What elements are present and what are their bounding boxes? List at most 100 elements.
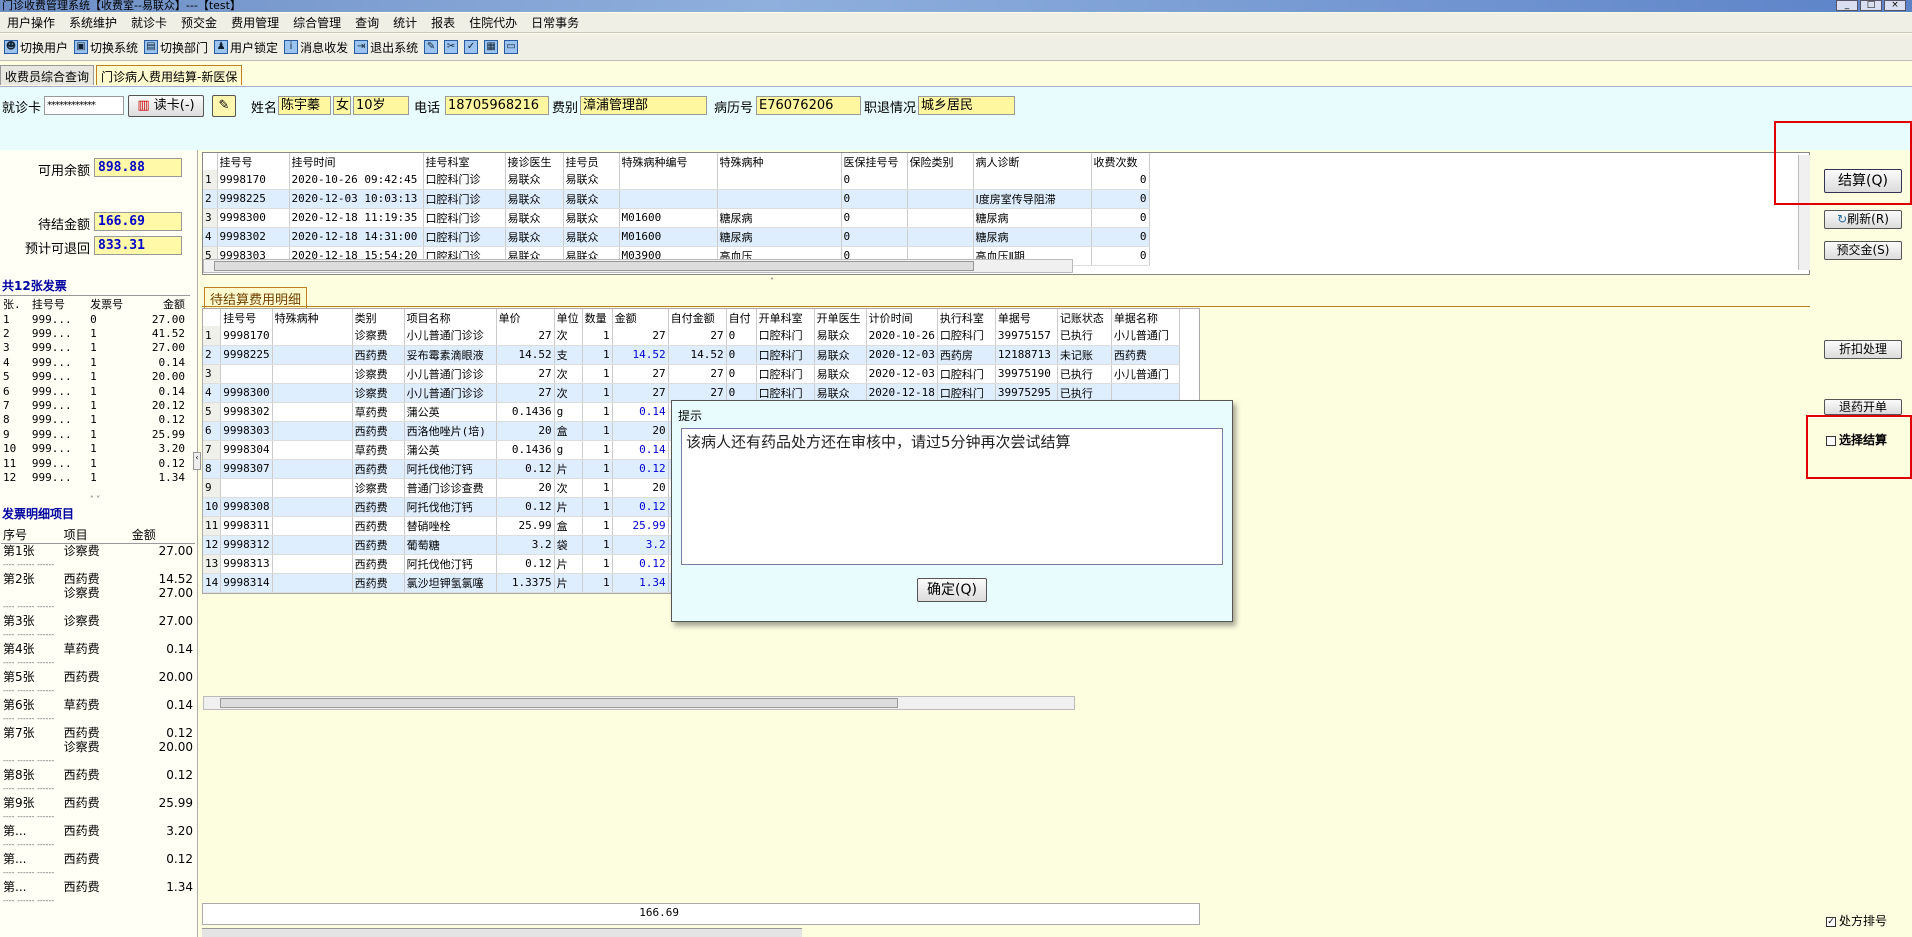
tab-outpatient-settlement[interactable]: 门诊病人费用结算-新医保 bbox=[96, 65, 243, 85]
switch-user-button[interactable]: ☻ 切换用户 bbox=[4, 39, 68, 56]
age-field[interactable]: 10岁 bbox=[353, 96, 409, 115]
tools-icon[interactable]: ✂ bbox=[444, 40, 459, 54]
fee-cell bbox=[272, 383, 353, 403]
minimize-icon[interactable]: _ bbox=[1836, 0, 1858, 11]
rx-order-checkbox[interactable]: ✓ 处方排号 bbox=[1826, 912, 1887, 929]
collapse-left-icon[interactable]: ‹ bbox=[193, 452, 201, 470]
menu-item[interactable]: 系统维护 bbox=[62, 14, 124, 31]
invoice-row[interactable]: 10 999... 1 3.20 bbox=[1, 442, 187, 456]
registration-cell: 0 bbox=[841, 227, 908, 247]
detail-cell: 27.00 bbox=[158, 544, 193, 558]
brush-icon[interactable]: ✎ bbox=[212, 95, 236, 117]
job-field[interactable]: 城乡居民 bbox=[918, 96, 1015, 115]
fee-cell: 西药费 bbox=[352, 535, 405, 555]
menu-item[interactable]: 用户操作 bbox=[0, 14, 62, 31]
fee-row[interactable]: 1 9998170 诊察费 小儿普通门诊诊 27 次 1 27 27 0 口腔科门 易联众 2020-1… bbox=[203, 326, 1180, 346]
close-icon[interactable]: × bbox=[1884, 0, 1906, 11]
fee-col-header: 执行科室 bbox=[937, 309, 996, 326]
phone-field[interactable]: 18705968216 bbox=[445, 96, 549, 115]
fee-cell bbox=[220, 478, 273, 498]
messages-button[interactable]: i 消息收发 bbox=[284, 39, 348, 56]
window-title-bar: 门诊收费管理系统【收费室--易联众】---【test】 bbox=[0, 0, 1912, 12]
registration-row[interactable]: 4 9998302 2020-12-18 14:31:00 口腔科门诊 易联众 易联众 M0… bbox=[203, 227, 1150, 247]
menu-item[interactable]: 就诊卡 bbox=[124, 14, 174, 31]
read-card-button[interactable]: ▥ 读卡(-) bbox=[128, 95, 204, 117]
invoice-row[interactable]: 2 999... 1 41.52 bbox=[1, 326, 187, 340]
fee-type-field[interactable]: 漳浦管理部 bbox=[580, 96, 707, 115]
fee-row[interactable]: 3 诊察费 小儿普通门诊诊 27 次 1 27 27 0 口腔科门 易联众 2020-12-03 口腔科… bbox=[203, 364, 1180, 384]
card-field[interactable]: ************ bbox=[44, 96, 124, 115]
registration-scrollbar[interactable] bbox=[203, 259, 1073, 273]
fee-cell: 0.1436 bbox=[496, 402, 555, 422]
menu-item[interactable]: 预交金 bbox=[174, 14, 224, 31]
registration-row[interactable]: 1 9998170 2020-10-26 09:42:45 口腔科门诊 易联众 易联众 0 0 bbox=[203, 170, 1150, 190]
detail-cell: 西药费 bbox=[63, 880, 100, 894]
fee-cell: 9998312 bbox=[220, 535, 273, 555]
check-icon[interactable]: ✓ bbox=[464, 40, 479, 54]
registration-col-header: 收费次数 bbox=[1091, 153, 1150, 170]
sex-field[interactable]: 女 bbox=[333, 96, 351, 115]
discount-button[interactable]: 折扣处理 bbox=[1824, 340, 1902, 359]
fee-cell bbox=[272, 516, 353, 536]
fee-scrollbar[interactable] bbox=[203, 696, 1075, 710]
fee-cell: 9998170 bbox=[220, 326, 273, 346]
registration-row[interactable]: 2 9998225 2020-12-03 10:03:13 口腔科门诊 易联众 易联众 0 Ⅰ… bbox=[203, 189, 1150, 209]
grid-splitter[interactable]: ˄ bbox=[770, 277, 1250, 286]
menu-item[interactable]: 综合管理 bbox=[286, 14, 348, 31]
splitter[interactable]: ˄ ˅ bbox=[0, 495, 190, 504]
exit-button[interactable]: ⇥ 退出系统 bbox=[354, 39, 418, 56]
invoice-cell: 999... bbox=[31, 399, 72, 413]
switch-dept-button[interactable]: ▤ 切换部门 bbox=[144, 39, 208, 56]
menu-item[interactable]: 费用管理 bbox=[224, 14, 286, 31]
lock-user-button[interactable]: ♟ 用户锁定 bbox=[214, 39, 278, 56]
fee-cell: 西药房 bbox=[937, 345, 996, 365]
detail-cell: 第... bbox=[3, 852, 27, 866]
detail-separator: ---- ------ ------ bbox=[1, 754, 195, 768]
fee-cell: 0.14 bbox=[612, 402, 669, 422]
grid-icon[interactable]: ▦ bbox=[484, 40, 499, 54]
row-number: 11 bbox=[203, 516, 222, 536]
detail-cell: 西药费 bbox=[63, 670, 100, 684]
tab-cashier-query[interactable]: 收费员综合查询 bbox=[0, 65, 95, 85]
dialog-ok-button[interactable]: 确定(Q) bbox=[917, 578, 987, 602]
menu-item[interactable]: 查询 bbox=[348, 14, 386, 31]
invoice-row[interactable]: 11 999... 1 0.12 bbox=[1, 456, 187, 470]
invoice-row[interactable]: 3 999... 1 27.00 bbox=[1, 341, 187, 355]
maximize-icon[interactable]: □ bbox=[1860, 0, 1882, 11]
invoice-row[interactable]: 12 999... 1 1.34 bbox=[1, 470, 187, 484]
detail-col-header: 项目 bbox=[61, 526, 130, 544]
detail-cell: 西药费 bbox=[63, 852, 100, 866]
invoice-row[interactable]: 5 999... 1 20.00 bbox=[1, 370, 187, 384]
switch-system-button[interactable]: ▣ 切换系统 bbox=[74, 39, 138, 56]
registration-cell: 2020-12-18 11:19:35 bbox=[289, 208, 424, 228]
invoice-row[interactable]: 8 999... 1 0.12 bbox=[1, 413, 187, 427]
detail-cell: 0.12 bbox=[166, 852, 193, 866]
refresh-button[interactable]: ↻刷新(R) bbox=[1824, 210, 1902, 229]
menu-item[interactable]: 报表 bbox=[424, 14, 462, 31]
detail-cell: 第2张 bbox=[3, 572, 35, 586]
invoice-cell: 20.12 bbox=[151, 399, 185, 413]
fee-cell bbox=[272, 478, 353, 498]
menu-item[interactable]: 统计 bbox=[386, 14, 424, 31]
invoice-row[interactable]: 9 999... 1 25.99 bbox=[1, 427, 187, 441]
record-field[interactable]: E76076206 bbox=[756, 96, 861, 115]
registration-row[interactable]: 3 9998300 2020-12-18 11:19:35 口腔科门诊 易联众 易联众 M0… bbox=[203, 208, 1150, 228]
invoice-row[interactable]: 6 999... 1 0.14 bbox=[1, 384, 187, 398]
return-drug-button[interactable]: 退药开单 bbox=[1824, 399, 1902, 415]
name-field[interactable]: 陈宇蓁 bbox=[278, 96, 331, 115]
invoice-row[interactable]: 7 999... 1 20.12 bbox=[1, 398, 187, 412]
refund-amount: 833.31 bbox=[94, 236, 182, 255]
prepay-button[interactable]: 预交金(S) bbox=[1824, 241, 1902, 260]
invoice-cell: 1 bbox=[90, 399, 97, 413]
edit-icon[interactable]: ✎ bbox=[424, 40, 439, 54]
invoice-row[interactable]: 1 999... 0 27.00 bbox=[1, 312, 187, 326]
registration-cell: 0 bbox=[841, 189, 908, 209]
fee-row[interactable]: 2 9998225 西药费 妥布霉素滴眼液 14.52 支 1 14.52 14.52 0 口腔科门… bbox=[203, 345, 1180, 365]
registration-cell: 0 bbox=[841, 208, 908, 228]
registration-col-header: 特殊病种编号 bbox=[619, 153, 718, 170]
menu-item[interactable]: 日常事务 bbox=[524, 14, 586, 31]
menu-item[interactable]: 住院代办 bbox=[462, 14, 524, 31]
invoice-row[interactable]: 4 999... 1 0.14 bbox=[1, 355, 187, 369]
fee-cell: 0 bbox=[726, 326, 757, 346]
form-icon[interactable]: ▭ bbox=[504, 40, 519, 54]
